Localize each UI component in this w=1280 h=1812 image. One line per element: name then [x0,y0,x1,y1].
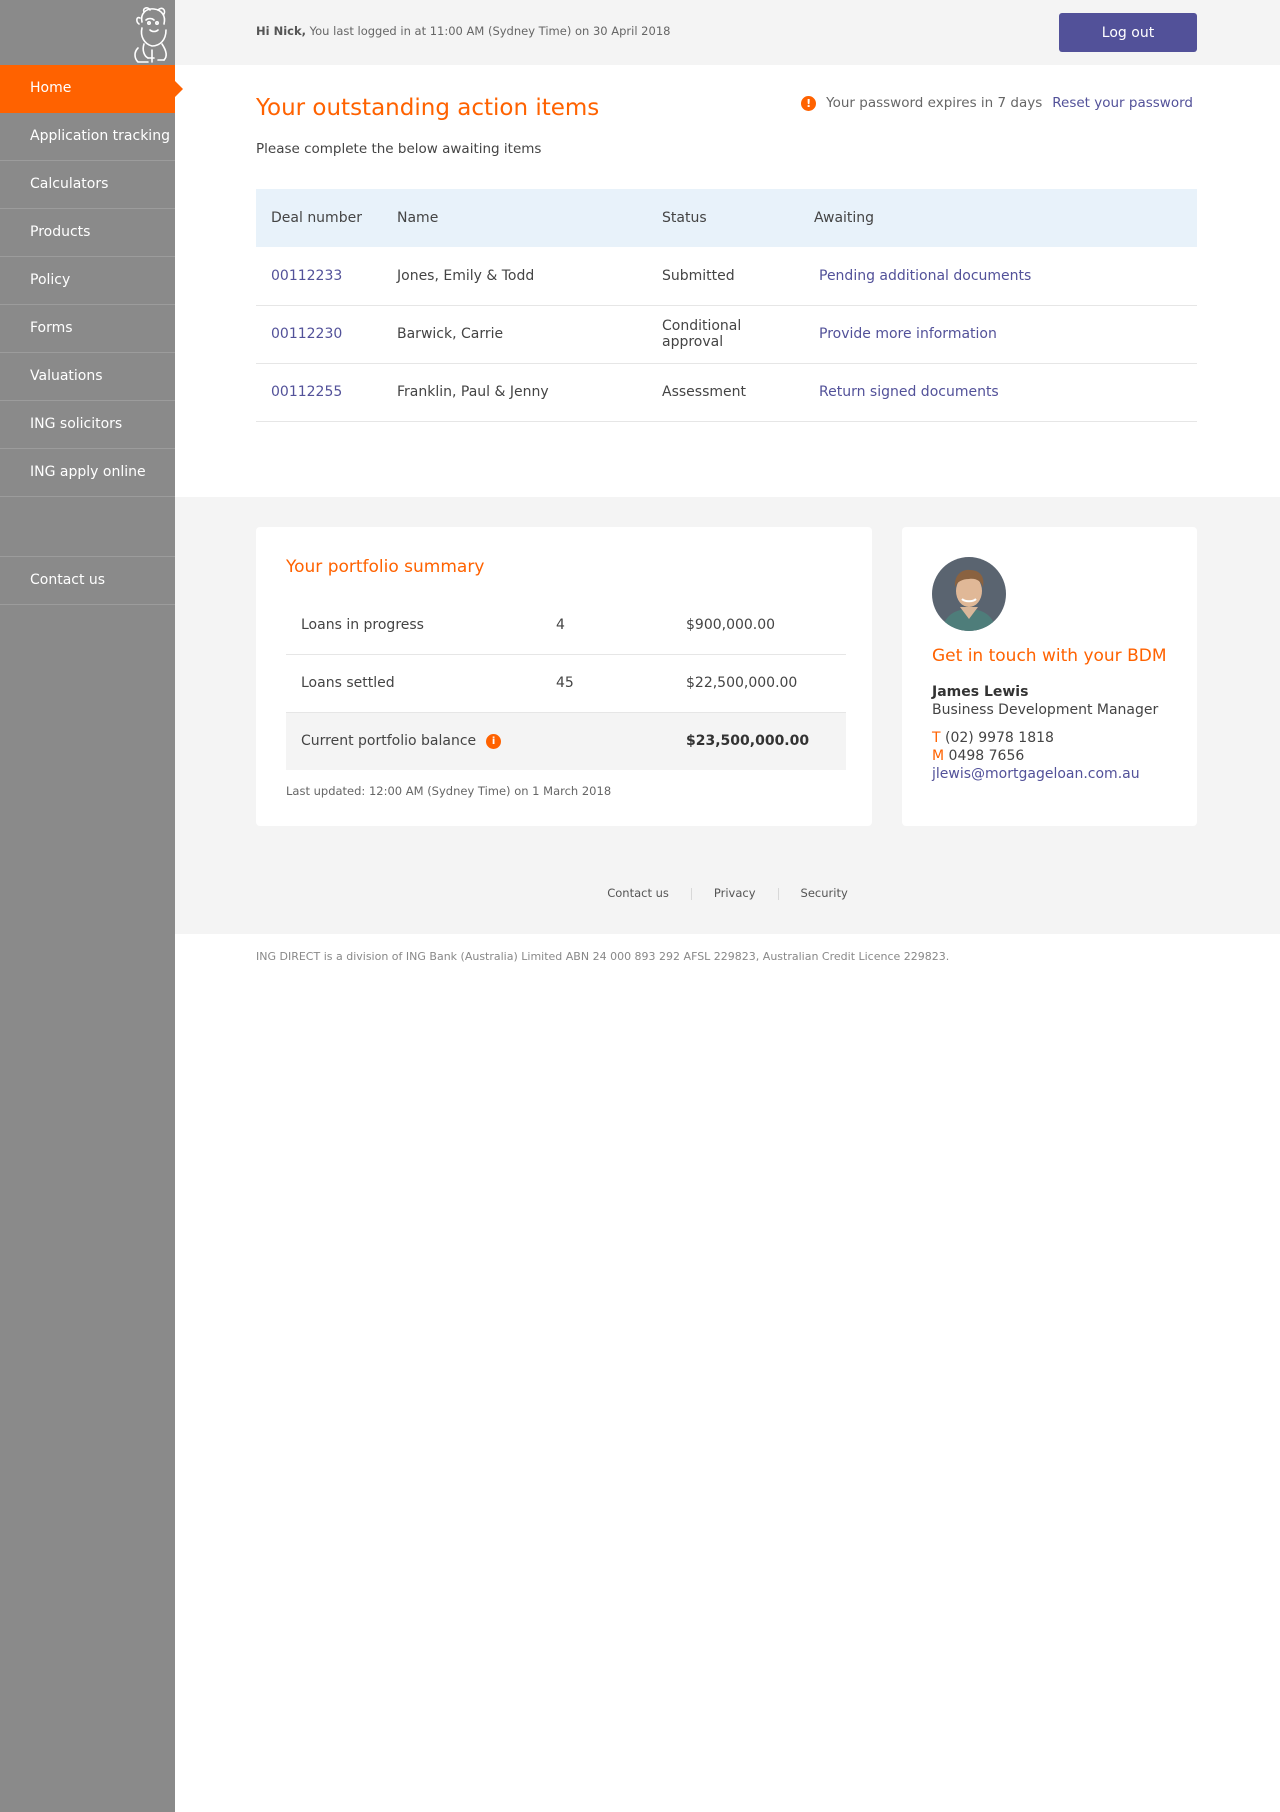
portfolio-summary-title: Your portfolio summary [286,557,485,577]
deal-number-link[interactable]: 00112255 [271,384,342,400]
password-expiry-text: Your password expires in 7 days [826,95,1043,111]
footer-privacy-link[interactable]: Privacy [692,886,778,900]
reset-password-link[interactable]: Reset your password [1052,95,1193,111]
portfolio-balance-label: Current portfolio balance i [286,712,541,770]
greeting-text: You last logged in at 11:00 AM (Sydney T… [309,24,671,38]
sidebar-item-ing-apply-online[interactable]: ING apply online [0,449,175,497]
bdm-name: James Lewis [932,684,1029,700]
deal-name: Franklin, Paul & Jenny [382,363,647,422]
sidebar-item-valuations[interactable]: Valuations [0,353,175,401]
bdm-phone-line: T (02) 9978 1818 [932,729,1158,747]
bdm-contact-card: Get in touch with your BDM James Lewis B… [902,527,1197,826]
portfolio-row-label: Current portfolio balance [301,733,477,750]
table-row: 00112255 Franklin, Paul & Jenny Assessme… [256,363,1197,422]
sidebar-item-application-tracking[interactable]: Application tracking [0,113,175,161]
footer-security-link[interactable]: Security [779,886,870,900]
column-header-awaiting: Awaiting [799,189,1197,247]
sidebar-nav: Home Application tracking Calculators Pr… [0,65,183,605]
sidebar-item-ing-solicitors[interactable]: ING solicitors [0,401,175,449]
bdm-details: James Lewis Business Development Manager… [932,683,1158,783]
sidebar-item-forms[interactable]: Forms [0,305,175,353]
lion-logo-icon[interactable] [128,4,176,64]
portfolio-row-amount: $23,500,000.00 [671,712,846,770]
bdm-mobile-line: M 0498 7656 [932,747,1158,765]
awaiting-action-link[interactable]: Provide more information [819,326,997,342]
bdm-phone[interactable]: (02) 9978 1818 [945,730,1054,746]
sidebar-item-contact-us[interactable]: Contact us [0,557,175,605]
portfolio-row-label: Loans in progress [286,596,541,655]
bdm-avatar [932,557,1006,631]
footer-contact-us-link[interactable]: Contact us [585,886,691,900]
portfolio-summary-card: Your portfolio summary Loans in progress… [256,527,872,826]
top-header: Hi Nick, You last logged in at 11:00 AM … [175,0,1280,65]
sidebar-item-calculators[interactable]: Calculators [0,161,175,209]
last-login-greeting: Hi Nick, You last logged in at 11:00 AM … [256,24,670,38]
deal-status: Conditional approval [647,305,799,364]
info-icon[interactable]: i [486,733,502,749]
alert-icon: ! [801,95,817,111]
deal-name: Jones, Emily & Todd [382,247,647,306]
sidebar: Home Application tracking Calculators Pr… [0,0,183,1812]
column-header-status: Status [647,189,799,247]
sidebar-item-home[interactable]: Home [0,65,183,113]
sidebar-spacer [0,497,175,557]
bdm-email-link[interactable]: jlewis@mortgageloan.com.au [932,766,1140,782]
deal-status: Assessment [647,363,799,422]
bdm-card-title: Get in touch with your BDM [932,646,1167,666]
table-row: 00112230 Barwick, Carrie Conditional app… [256,305,1197,364]
footer-links: Contact us Privacy Security [175,886,1280,900]
page-subtitle: Please complete the below awaiting items [256,141,542,157]
bdm-contact-lines: T (02) 9978 1818 M 0498 7656 jlewis@mort… [932,729,1158,783]
sidebar-item-products[interactable]: Products [0,209,175,257]
column-header-deal-number: Deal number [256,189,382,247]
deal-number-link[interactable]: 00112230 [271,326,342,342]
table-row: Loans settled 45 $22,500,000.00 [286,654,846,713]
greeting-name: Hi Nick, [256,24,306,38]
portfolio-row-amount: $22,500,000.00 [671,654,846,713]
bdm-role: Business Development Manager [932,702,1159,718]
deal-name: Barwick, Carrie [382,305,647,364]
password-expiry-notice: ! Your password expires in 7 days Reset … [801,95,1193,111]
awaiting-action-link[interactable]: Return signed documents [819,384,999,400]
logout-button[interactable]: Log out [1059,13,1197,52]
table-row: Loans in progress 4 $900,000.00 [286,596,846,655]
table-row: 00112233 Jones, Emily & Todd Submitted P… [256,247,1197,306]
column-header-name: Name [382,189,647,247]
last-updated-text: Last updated: 12:00 AM (Sydney Time) on … [286,784,612,798]
phone-label: T [932,730,941,746]
deal-number-link[interactable]: 00112233 [271,268,342,284]
action-items-table: Deal number Name Status Awaiting 0011223… [256,189,1197,422]
portfolio-row-count [541,712,671,770]
portfolio-row-label: Loans settled [286,654,541,713]
portfolio-row-count: 45 [541,654,671,713]
mobile-label: M [932,748,945,764]
page-title: Your outstanding action items [256,95,600,121]
bdm-mobile[interactable]: 0498 7656 [949,748,1025,764]
portfolio-summary-table: Loans in progress 4 $900,000.00 Loans se… [286,596,846,770]
portfolio-row-amount: $900,000.00 [671,596,846,655]
portfolio-row-count: 4 [541,596,671,655]
legal-disclaimer: ING DIRECT is a division of ING Bank (Au… [256,950,950,963]
table-header-row: Deal number Name Status Awaiting [256,189,1197,247]
awaiting-action-link[interactable]: Pending additional documents [819,268,1031,284]
table-row-total: Current portfolio balance i $23,500,000.0… [286,712,846,770]
deal-status: Submitted [647,247,799,306]
summary-band: Your portfolio summary Loans in progress… [175,497,1280,934]
sidebar-item-policy[interactable]: Policy [0,257,175,305]
